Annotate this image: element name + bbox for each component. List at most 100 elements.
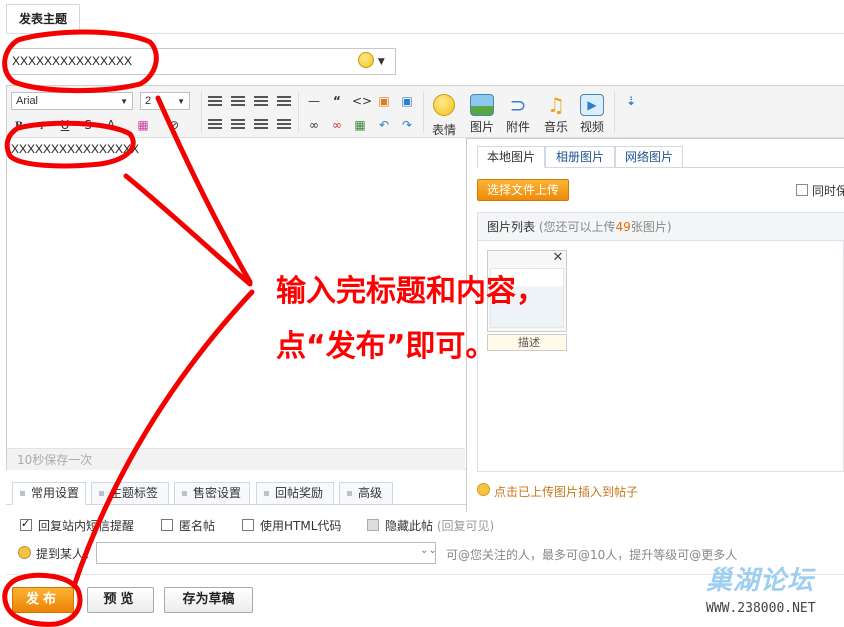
font-color-icon[interactable]: A bbox=[103, 117, 119, 133]
image-list-title: 图片列表 bbox=[487, 220, 536, 234]
tab-local-images[interactable]: 本地图片 bbox=[477, 146, 545, 168]
attachment-tool-button[interactable]: ⊃ 附件 bbox=[498, 94, 538, 135]
underline-icon[interactable]: U bbox=[57, 117, 73, 133]
align-left-icon[interactable] bbox=[208, 96, 222, 108]
font-family-value: Arial bbox=[16, 95, 39, 107]
font-family-select[interactable]: Arial ▼ bbox=[11, 92, 133, 110]
mention-hint: 可@您关注的人，最多可@10人，提升等级可@更多人 bbox=[446, 548, 738, 562]
code-icon[interactable]: <> bbox=[352, 93, 372, 109]
link-icon[interactable]: ∞ bbox=[306, 117, 322, 133]
subject-emoticon-button[interactable]: ▼ bbox=[358, 52, 392, 72]
redo-icon[interactable]: ↷ bbox=[399, 117, 415, 133]
unlink-icon[interactable]: ∞ bbox=[329, 117, 345, 133]
align-center-icon[interactable] bbox=[231, 96, 245, 108]
align-right-icon[interactable] bbox=[254, 96, 268, 108]
font-size-select[interactable]: 2 ▼ bbox=[140, 92, 190, 110]
strikethrough-icon[interactable]: S bbox=[80, 117, 96, 133]
watermark-logo: 巢湖论坛 bbox=[706, 566, 815, 596]
tab-web-images[interactable]: 网络图片 bbox=[615, 146, 683, 168]
smiley-icon bbox=[358, 52, 374, 68]
upload-quota-count: 49 bbox=[615, 220, 631, 234]
same-time-checkbox[interactable] bbox=[796, 184, 808, 196]
toolbar-divider bbox=[201, 92, 202, 132]
paperclip-icon: ⊃ bbox=[509, 93, 527, 117]
music-tool-label: 音乐 bbox=[543, 120, 568, 134]
tab-common-settings[interactable]: 常用设置 bbox=[12, 482, 86, 505]
upload-quota-prefix: (您还可以上传 bbox=[538, 220, 616, 234]
paste-text-icon[interactable]: ▣ bbox=[399, 93, 415, 109]
upload-file-button[interactable]: 选择文件上传 bbox=[477, 179, 569, 201]
toolbar-divider bbox=[298, 92, 299, 132]
bold-icon[interactable]: B bbox=[11, 117, 27, 133]
chevron-down-icon: ▼ bbox=[377, 57, 385, 67]
tab-advanced[interactable]: 高级 bbox=[339, 482, 393, 505]
indent-icon[interactable] bbox=[254, 119, 268, 131]
autosave-status: 10秒保存一次 bbox=[7, 448, 465, 470]
chevron-down-icon: ▼ bbox=[177, 97, 185, 106]
tab-topic-tags[interactable]: 主题标签 bbox=[91, 482, 169, 505]
subject-value: XXXXXXXXXXXXXXX bbox=[12, 54, 133, 68]
hide-post-note: (回复可见) bbox=[436, 519, 495, 533]
insert-image-tip: 点击已上传图片插入到帖子 bbox=[494, 485, 639, 499]
smiley-icon bbox=[433, 94, 455, 116]
annotation-text-line2: 点“发布”即可。 bbox=[276, 329, 496, 364]
horizontal-rule-icon[interactable]: — bbox=[306, 93, 322, 109]
at-icon bbox=[18, 546, 31, 559]
table-icon[interactable]: ▦ bbox=[352, 117, 368, 133]
tab-post-topic[interactable]: 发表主题 bbox=[6, 4, 80, 34]
toolbar-divider bbox=[614, 92, 615, 132]
anonymous-label: 匿名帖 bbox=[179, 519, 216, 533]
preview-button[interactable]: 预览 bbox=[87, 587, 154, 613]
image-description-input[interactable]: 描述 bbox=[487, 334, 567, 351]
tab-album-images[interactable]: 相册图片 bbox=[545, 146, 615, 168]
tab-sale-settings[interactable]: 售密设置 bbox=[174, 482, 250, 505]
video-tool-button[interactable]: ▶ 视频 bbox=[572, 94, 612, 135]
mention-input[interactable] bbox=[96, 542, 436, 564]
quote-icon[interactable]: “ bbox=[329, 93, 345, 109]
publish-button[interactable]: 发布 bbox=[12, 587, 74, 613]
attachment-tool-label: 附件 bbox=[505, 120, 530, 134]
emoticon-tool-label: 表情 bbox=[431, 123, 456, 137]
image-tool-button[interactable]: 图片 bbox=[462, 94, 502, 135]
save-draft-button[interactable]: 存为草稿 bbox=[164, 587, 253, 613]
tab-divider bbox=[6, 33, 844, 34]
chevron-down-icon: ▼ bbox=[120, 97, 128, 106]
watermark-url: WWW.238000.NET bbox=[706, 601, 816, 616]
same-time-label: 同时保 bbox=[812, 184, 844, 198]
upload-quota-suffix: 张图片) bbox=[630, 220, 672, 234]
hide-post-label-text: 隐藏此帖 bbox=[385, 519, 434, 533]
clear-format-icon[interactable]: ⊘ bbox=[166, 117, 182, 133]
emoticon-tool-button[interactable]: 表情 bbox=[424, 94, 464, 138]
italic-icon[interactable]: I bbox=[34, 117, 50, 133]
html-code-checkbox[interactable] bbox=[242, 519, 254, 531]
mention-label: 提到某人： bbox=[36, 547, 97, 561]
font-size-value: 2 bbox=[145, 95, 152, 107]
image-list-header: 图片列表 (您还可以上传49张图片) bbox=[478, 213, 844, 241]
video-icon: ▶ bbox=[580, 94, 604, 116]
image-tool-label: 图片 bbox=[469, 120, 494, 134]
outdent-icon[interactable] bbox=[277, 119, 291, 131]
editor-body-text[interactable]: XXXXXXXXXXXXXXXX bbox=[11, 142, 139, 156]
close-icon[interactable]: ✕ bbox=[551, 251, 565, 265]
html-code-label: 使用HTML代码 bbox=[260, 519, 342, 533]
music-icon: ♫ bbox=[547, 93, 565, 117]
background-color-icon[interactable]: ▦ bbox=[135, 117, 151, 133]
lightbulb-icon bbox=[477, 483, 490, 496]
tab-reply-reward[interactable]: 回帖奖励 bbox=[256, 482, 334, 505]
hide-post-checkbox[interactable] bbox=[367, 519, 379, 531]
reply-notify-label: 回复站内短信提醒 bbox=[38, 519, 135, 533]
annotation-text-line1: 输入完标题和内容， bbox=[276, 274, 546, 309]
video-tool-label: 视频 bbox=[579, 120, 604, 134]
paste-word-icon[interactable]: ▣ bbox=[376, 93, 392, 109]
hide-post-label: 隐藏此帖 (回复可见) bbox=[385, 517, 494, 534]
align-justify-icon[interactable] bbox=[277, 96, 291, 108]
chevron-down-icon[interactable]: ⌄⌄ bbox=[420, 545, 437, 556]
download-icon[interactable]: ⇣ bbox=[623, 93, 639, 109]
reply-notify-checkbox[interactable] bbox=[20, 517, 32, 531]
anonymous-checkbox[interactable] bbox=[161, 519, 173, 531]
undo-icon[interactable]: ↶ bbox=[376, 117, 392, 133]
unordered-list-icon[interactable] bbox=[231, 119, 245, 131]
ordered-list-icon[interactable] bbox=[208, 119, 222, 131]
image-icon bbox=[470, 94, 494, 116]
music-tool-button[interactable]: ♫ 音乐 bbox=[536, 94, 576, 135]
